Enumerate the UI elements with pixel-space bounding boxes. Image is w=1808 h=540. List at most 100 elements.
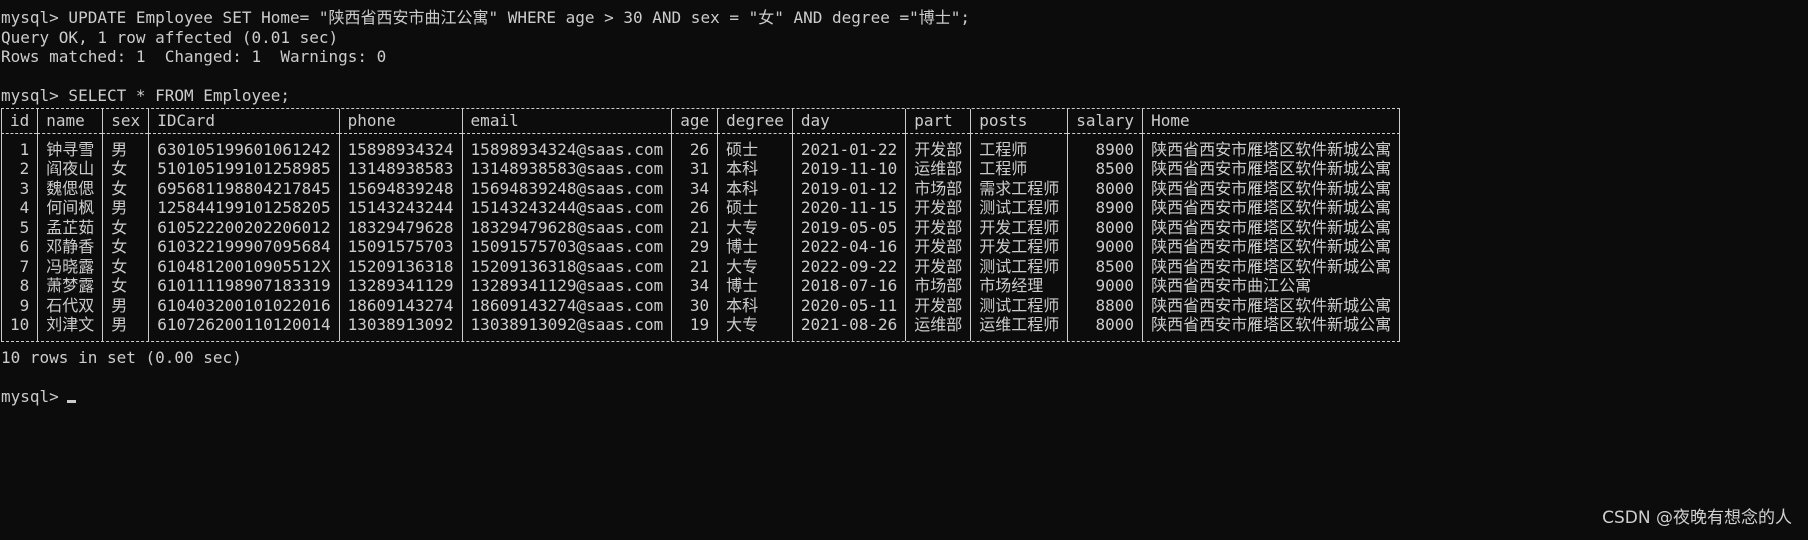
cell-email: 18609143274@saas.com bbox=[461, 295, 672, 315]
cell-age: 31 bbox=[671, 159, 717, 179]
cell-home: 陕西省西安市雁塔区软件新城公寓 bbox=[1142, 256, 1401, 276]
cell-posts: 工程师 bbox=[970, 159, 1067, 179]
cell-idcard: 695681198804217845 bbox=[148, 178, 338, 198]
cell-email: 15694839248@saas.com bbox=[461, 178, 672, 198]
cell-id: 9 bbox=[1, 295, 37, 315]
cell-email: 15898934324@saas.com bbox=[461, 133, 672, 159]
cell-name: 何间枫 bbox=[37, 198, 102, 218]
cell-degree: 大专 bbox=[717, 217, 792, 237]
cell-posts: 运维工程师 bbox=[970, 315, 1067, 341]
cell-degree: 本科 bbox=[717, 295, 792, 315]
cell-name: 阎夜山 bbox=[37, 159, 102, 179]
cell-idcard: 610403200101022016 bbox=[148, 295, 338, 315]
cell-home: 陕西省西安市雁塔区软件新城公寓 bbox=[1142, 217, 1401, 237]
cell-part: 运维部 bbox=[905, 315, 970, 341]
cell-posts: 需求工程师 bbox=[970, 178, 1067, 198]
cell-id: 7 bbox=[1, 256, 37, 276]
cell-posts: 测试工程师 bbox=[970, 256, 1067, 276]
cell-salary: 8900 bbox=[1067, 133, 1142, 159]
cell-age: 29 bbox=[671, 237, 717, 257]
cell-name: 魏偲偲 bbox=[37, 178, 102, 198]
cell-phone: 18329479628 bbox=[338, 217, 462, 237]
cell-age: 19 bbox=[671, 315, 717, 341]
cell-day: 2022-04-16 bbox=[791, 237, 905, 257]
cell-salary: 8000 bbox=[1067, 315, 1142, 341]
cell-phone: 15898934324 bbox=[338, 133, 462, 159]
cell-posts: 工程师 bbox=[970, 133, 1067, 159]
cell-idcard: 610522200202206012 bbox=[148, 217, 338, 237]
cell-home: 陕西省西安市雁塔区软件新城公寓 bbox=[1142, 295, 1401, 315]
cell-part: 开发部 bbox=[905, 133, 970, 159]
cell-part: 运维部 bbox=[905, 159, 970, 179]
cell-id: 8 bbox=[1, 276, 37, 296]
column-header-sex: sex bbox=[102, 108, 149, 134]
rows-matched-line: Rows matched: 1 Changed: 1 Warnings: 0 bbox=[1, 47, 387, 66]
cell-salary: 8500 bbox=[1067, 159, 1142, 179]
cell-part: 开发部 bbox=[905, 256, 970, 276]
result-table: id name sex IDCard phone email age degre… bbox=[1, 107, 1401, 342]
table-row: 5 孟芷茹女 610522200202206012 18329479628 183294… bbox=[1, 217, 1401, 237]
cell-idcard: 610322199907095684 bbox=[148, 237, 338, 257]
table-row: 8 萧梦露女 610111198907183319 13289341129 132893… bbox=[1, 276, 1401, 296]
cell-day: 2019-05-05 bbox=[791, 217, 905, 237]
table-row: 3 魏偲偲女 695681198804217845 15694839248 156948… bbox=[1, 178, 1401, 198]
table-row: 6 邓静香女 610322199907095684 15091575703 150915… bbox=[1, 237, 1401, 257]
update-command-line: mysql> UPDATE Employee SET Home= "陕西省西安市… bbox=[1, 8, 970, 27]
cell-sex: 男 bbox=[102, 133, 148, 159]
cell-salary: 8500 bbox=[1067, 256, 1142, 276]
column-header-salary: salary bbox=[1067, 108, 1143, 134]
cell-id: 6 bbox=[1, 237, 37, 257]
cell-age: 30 bbox=[671, 295, 717, 315]
cell-sex: 男 bbox=[102, 198, 148, 218]
cell-day: 2021-08-26 bbox=[791, 315, 905, 341]
query-ok-line: Query OK, 1 row affected (0.01 sec) bbox=[1, 27, 339, 47]
cell-posts: 市场经理 bbox=[970, 276, 1067, 296]
cell-salary: 8900 bbox=[1067, 198, 1142, 218]
table-body: 1 钟寻雪男 630105199601061242 15898934324 158989… bbox=[1, 133, 1401, 341]
column-header-idcard: IDCard bbox=[148, 108, 339, 134]
cell-sex: 男 bbox=[102, 295, 148, 315]
cell-name: 刘津文 bbox=[37, 315, 102, 341]
terminal-window[interactable]: mysql> UPDATE Employee SET Home= "陕西省西安市… bbox=[0, 8, 1808, 540]
table-row: 4 何间枫男 125844199101258205 15143243244 151432… bbox=[1, 198, 1401, 218]
rows-summary-line: 10 rows in set (0.00 sec) bbox=[1, 347, 242, 367]
cell-home: 陕西省西安市雁塔区软件新城公寓 bbox=[1142, 178, 1401, 198]
cell-name: 钟寻雪 bbox=[37, 133, 102, 159]
cell-name: 石代双 bbox=[37, 295, 102, 315]
cell-email: 15143243244@saas.com bbox=[461, 198, 672, 218]
table-header-row: id name sex IDCard phone email age degre… bbox=[1, 108, 1401, 134]
cell-part: 市场部 bbox=[905, 276, 970, 296]
column-header-home: Home bbox=[1142, 108, 1401, 134]
input-prompt-line[interactable]: mysql> bbox=[0, 387, 1808, 407]
cell-phone: 15143243244 bbox=[338, 198, 462, 218]
cell-home: 陕西省西安市雁塔区软件新城公寓 bbox=[1142, 133, 1401, 159]
cell-degree: 大专 bbox=[717, 315, 792, 341]
cell-idcard: 510105199101258985 bbox=[148, 159, 338, 179]
cell-day: 2020-11-15 bbox=[791, 198, 905, 218]
cell-name: 邓静香 bbox=[37, 237, 102, 257]
cell-home: 陕西省西安市雁塔区软件新城公寓 bbox=[1142, 315, 1401, 341]
cell-phone: 15694839248 bbox=[338, 178, 462, 198]
cell-phone: 13289341129 bbox=[338, 276, 462, 296]
cell-home: 陕西省西安市曲江公寓 bbox=[1142, 276, 1401, 296]
cell-sex: 男 bbox=[102, 315, 148, 341]
cell-day: 2020-05-11 bbox=[791, 295, 905, 315]
cell-day: 2022-09-22 bbox=[791, 256, 905, 276]
cell-degree: 本科 bbox=[717, 178, 792, 198]
cell-posts: 测试工程师 bbox=[970, 198, 1067, 218]
cell-sex: 女 bbox=[102, 178, 148, 198]
cell-part: 开发部 bbox=[905, 198, 970, 218]
select-command-line: mysql> SELECT * FROM Employee; bbox=[1, 86, 290, 105]
cell-degree: 博士 bbox=[717, 237, 792, 257]
column-header-id: id bbox=[1, 108, 38, 134]
cell-phone: 15091575703 bbox=[338, 237, 462, 257]
cell-degree: 博士 bbox=[717, 276, 792, 296]
cell-day: 2021-01-22 bbox=[791, 133, 905, 159]
cell-phone: 13148938583 bbox=[338, 159, 462, 179]
cell-day: 2019-01-12 bbox=[791, 178, 905, 198]
cell-home: 陕西省西安市雁塔区软件新城公寓 bbox=[1142, 198, 1401, 218]
cell-name: 萧梦露 bbox=[37, 276, 102, 296]
cell-age: 34 bbox=[671, 276, 717, 296]
cell-posts: 开发工程师 bbox=[970, 217, 1067, 237]
